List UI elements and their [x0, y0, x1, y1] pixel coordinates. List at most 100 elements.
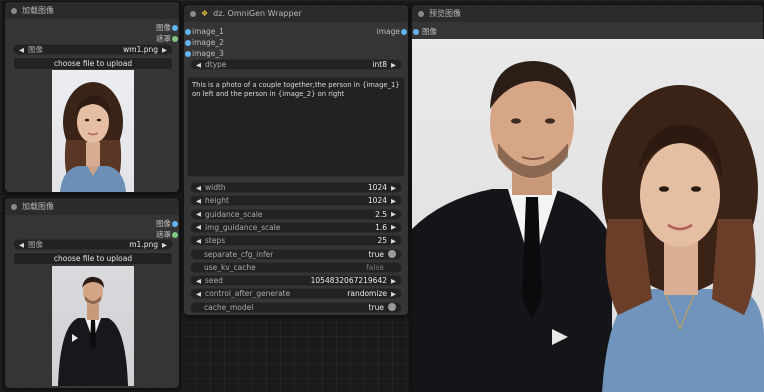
- choose-file-button[interactable]: choose file to upload: [13, 57, 173, 70]
- input-label: image_1: [192, 27, 224, 36]
- input-image-2[interactable]: image_2: [185, 37, 302, 48]
- input-image[interactable]: 图像: [413, 26, 437, 37]
- increment-arrow-icon[interactable]: ▶: [391, 197, 396, 205]
- collapse-dot-icon[interactable]: [190, 10, 196, 17]
- widget-width[interactable]: ◀ width 1024 ▶: [190, 182, 402, 193]
- widget-height[interactable]: ◀ height 1024 ▶: [190, 195, 402, 207]
- increment-arrow-icon[interactable]: ▶: [162, 241, 167, 249]
- load-image-node-1[interactable]: 加载图像 图像 遮罩 ◀ 图像 wm1.png ▶ choose file to…: [4, 1, 180, 193]
- widget-value: 1024: [367, 183, 387, 192]
- image-output-socket-icon[interactable]: [172, 220, 178, 227]
- node-header[interactable]: ❖ dz. OmniGen Wrapper: [184, 5, 408, 22]
- node-header[interactable]: 加载图像: [5, 2, 179, 19]
- widget-label: steps: [205, 236, 226, 246]
- output-label: image: [376, 27, 400, 36]
- image-input-socket-icon[interactable]: [413, 28, 419, 35]
- input-image-1[interactable]: image_1: [185, 26, 302, 37]
- image-input-socket-icon[interactable]: [185, 50, 191, 57]
- dtype-combo-widget[interactable]: ◀ dtype int8 ▶: [190, 59, 402, 70]
- toggle-off-icon[interactable]: [388, 263, 396, 271]
- node-header[interactable]: 加载图像: [5, 198, 179, 215]
- increment-arrow-icon[interactable]: ▶: [391, 184, 396, 192]
- decrement-arrow-icon[interactable]: ◀: [196, 197, 201, 205]
- mask-output-socket-icon[interactable]: [172, 35, 178, 42]
- increment-arrow-icon[interactable]: ▶: [391, 210, 396, 218]
- decrement-arrow-icon[interactable]: ◀: [196, 223, 201, 231]
- output-label: 图像: [156, 23, 171, 32]
- widget-value: 25: [377, 236, 387, 246]
- output-image[interactable]: 图像: [111, 218, 178, 229]
- input-label: image_2: [192, 38, 224, 47]
- output-label: 遮罩: [156, 34, 171, 43]
- image-output-socket-icon[interactable]: [401, 28, 407, 35]
- widget-use-kv-cache[interactable]: use_kv_cache false: [190, 261, 402, 273]
- image-combo-widget[interactable]: ◀ 图像 wm1.png ▶: [13, 44, 173, 55]
- widget-value: true: [368, 302, 384, 312]
- decrement-arrow-icon[interactable]: ◀: [196, 277, 201, 285]
- widget-label: dtype: [205, 60, 227, 69]
- widget-value: 1024: [367, 196, 387, 206]
- widget-seed[interactable]: ◀ seed 1054832067219642 ▶: [190, 275, 402, 287]
- widget-value: 1054832067219642: [310, 276, 387, 286]
- couple-photo-icon: [412, 61, 764, 392]
- widget-label: guidance_scale: [205, 209, 263, 219]
- widget-value: randomize: [347, 289, 387, 299]
- decrement-arrow-icon[interactable]: ◀: [19, 46, 24, 54]
- increment-arrow-icon[interactable]: ▶: [391, 277, 396, 285]
- decrement-arrow-icon[interactable]: ◀: [196, 184, 201, 192]
- decrement-arrow-icon[interactable]: ◀: [196, 290, 201, 298]
- collapse-dot-icon[interactable]: [418, 10, 424, 17]
- preview-image-node[interactable]: 预览图像 图像: [411, 4, 764, 392]
- lamp-emoji-icon: ❖: [201, 9, 209, 18]
- output-mask[interactable]: 遮罩: [111, 33, 178, 44]
- widget-value: int8: [372, 60, 387, 69]
- widget-label: separate_cfg_infer: [204, 249, 274, 259]
- prompt-textarea[interactable]: This is a photo of a couple together,the…: [187, 77, 405, 177]
- load-image-node-2[interactable]: 加载图像 图像 遮罩 ◀ 图像 m1.png ▶ choose file to …: [4, 197, 180, 389]
- decrement-arrow-icon[interactable]: ◀: [196, 210, 201, 218]
- omnigen-wrapper-node[interactable]: ❖ dz. OmniGen Wrapper image_1 image_2 im…: [183, 4, 409, 316]
- image-input-socket-icon[interactable]: [185, 28, 191, 35]
- choose-file-button[interactable]: choose file to upload: [13, 252, 173, 265]
- output-image[interactable]: image: [376, 26, 407, 37]
- widget-label: cache_model: [204, 302, 254, 312]
- node-title: dz. OmniGen Wrapper: [213, 9, 302, 18]
- node-header[interactable]: 预览图像: [412, 5, 763, 22]
- image-output-socket-icon[interactable]: [172, 24, 178, 31]
- image-input-socket-icon[interactable]: [185, 39, 191, 46]
- widget-separate-cfg-infer[interactable]: separate_cfg_infer true: [190, 248, 402, 260]
- increment-arrow-icon[interactable]: ▶: [391, 237, 396, 245]
- output-image[interactable]: 图像: [111, 22, 178, 33]
- widget-control-after-generate[interactable]: ◀ control_after_generate randomize ▶: [190, 288, 402, 300]
- preview-image: [412, 39, 764, 392]
- decrement-arrow-icon[interactable]: ◀: [196, 61, 201, 69]
- decrement-arrow-icon[interactable]: ◀: [196, 237, 201, 245]
- increment-arrow-icon[interactable]: ▶: [391, 290, 396, 298]
- decrement-arrow-icon[interactable]: ◀: [19, 241, 24, 249]
- widget-value: true: [368, 249, 384, 259]
- increment-arrow-icon[interactable]: ▶: [162, 46, 167, 54]
- toggle-on-icon[interactable]: [388, 303, 396, 312]
- widget-value: m1.png: [129, 240, 158, 249]
- image-combo-widget[interactable]: ◀ 图像 m1.png ▶: [13, 239, 173, 250]
- widget-steps[interactable]: ◀ steps 25 ▶: [190, 235, 402, 247]
- toggle-on-icon[interactable]: [388, 250, 396, 258]
- input-image-3[interactable]: image_3: [185, 48, 302, 59]
- increment-arrow-icon[interactable]: ▶: [391, 223, 396, 231]
- image-preview: [52, 70, 134, 192]
- widget-label: seed: [205, 276, 223, 286]
- collapse-dot-icon[interactable]: [11, 7, 17, 14]
- collapse-dot-icon[interactable]: [11, 203, 17, 210]
- widget-label: 图像: [28, 45, 43, 54]
- widget-label: control_after_generate: [205, 289, 291, 299]
- increment-arrow-icon[interactable]: ▶: [391, 61, 396, 69]
- node-title: 预览图像: [429, 9, 461, 18]
- widget-value: false: [366, 262, 384, 272]
- widget-value: 2.5: [375, 209, 387, 219]
- mask-output-socket-icon[interactable]: [172, 231, 178, 238]
- widget-cache-model[interactable]: cache_model true: [190, 301, 402, 313]
- widget-img-guidance-scale[interactable]: ◀ img_guidance_scale 1.6 ▶: [190, 221, 402, 233]
- image-preview: [52, 266, 134, 386]
- input-label: image_3: [192, 49, 224, 58]
- widget-guidance-scale[interactable]: ◀ guidance_scale 2.5 ▶: [190, 208, 402, 220]
